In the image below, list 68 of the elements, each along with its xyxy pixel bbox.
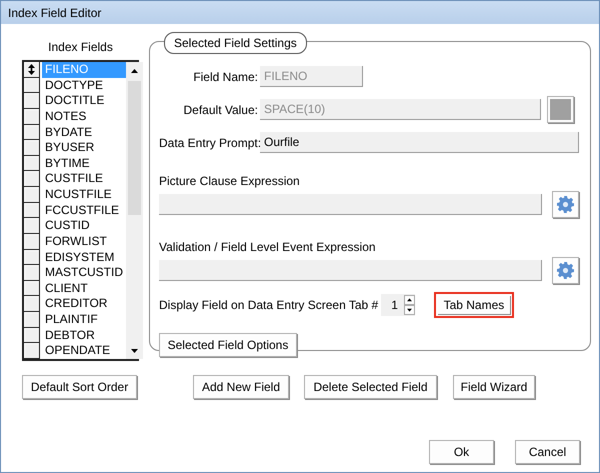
color-swatch-icon xyxy=(550,99,571,120)
list-item[interactable]: CUSTFILE xyxy=(42,171,106,187)
input-field[interactable]: Ourfile xyxy=(260,132,579,153)
expression-builder-button[interactable] xyxy=(552,191,579,218)
action-button[interactable]: Delete Selected Field xyxy=(304,375,437,399)
drag-handle[interactable] xyxy=(24,296,40,312)
list-item[interactable]: CREDITOR xyxy=(42,296,110,312)
resize-arrows-icon xyxy=(28,64,35,75)
list-item[interactable]: CLIENT xyxy=(42,280,91,296)
drag-handle[interactable] xyxy=(24,312,40,328)
drag-handle[interactable] xyxy=(24,93,40,109)
field-label: Default Value: xyxy=(182,102,259,118)
list-item[interactable]: EDISYSTEM xyxy=(42,250,118,266)
expression-label: Picture Clause Expression xyxy=(159,173,301,190)
drag-handle[interactable] xyxy=(24,156,40,172)
list-item[interactable]: DEBTOR xyxy=(42,328,98,344)
expression-field[interactable] xyxy=(159,194,542,215)
list-item[interactable]: NOTES xyxy=(42,108,90,124)
drag-handle[interactable] xyxy=(24,265,40,281)
list-item[interactable]: NCUSTFILE xyxy=(42,187,115,203)
list-item[interactable]: OPENDATE xyxy=(42,343,114,359)
list-item[interactable]: CUSTID xyxy=(42,218,93,234)
gear-icon xyxy=(557,262,574,279)
drag-handle[interactable] xyxy=(24,280,40,296)
expression-label: Validation / Field Level Event Expression xyxy=(159,239,377,256)
expression-builder-button[interactable] xyxy=(552,257,579,284)
tab-names-button[interactable]: Tab Names xyxy=(434,292,514,318)
drag-handle[interactable] xyxy=(24,202,40,218)
drag-handle[interactable] xyxy=(24,171,40,187)
drag-handle[interactable] xyxy=(24,62,40,78)
expression-field[interactable] xyxy=(159,260,542,281)
list-item[interactable]: BYTIME xyxy=(42,156,93,172)
list-heading: Index Fields xyxy=(48,39,113,56)
list-item[interactable]: BYDATE xyxy=(42,124,96,140)
dialog-button[interactable]: Cancel xyxy=(515,440,580,464)
spinner-label: Display Field on Data Entry Screen Tab # xyxy=(159,297,378,314)
drag-handle[interactable] xyxy=(24,218,40,234)
list-item[interactable]: DOCTYPE xyxy=(42,78,106,94)
list-item[interactable]: DOCTITLE xyxy=(42,93,108,109)
window-title: Index Field Editor xyxy=(8,4,102,22)
color-button[interactable] xyxy=(547,96,574,123)
drag-handle[interactable] xyxy=(24,108,40,124)
drag-handle[interactable] xyxy=(24,78,40,94)
gear-icon xyxy=(557,196,574,213)
list-item[interactable]: PLAINTIF xyxy=(42,312,101,328)
list-item[interactable]: BYUSER xyxy=(42,140,98,156)
drag-handle[interactable] xyxy=(24,328,40,344)
tab-number-spinner[interactable]: 1 xyxy=(381,294,415,316)
list-item[interactable]: FCCUSTFILE xyxy=(42,202,122,218)
dialog-button[interactable]: Ok xyxy=(429,440,494,464)
drag-handle[interactable] xyxy=(24,124,40,140)
drag-handle[interactable] xyxy=(24,187,40,203)
drag-handle[interactable] xyxy=(24,140,40,156)
action-button[interactable]: Add New Field xyxy=(193,375,289,399)
scrollbar[interactable] xyxy=(126,62,143,359)
action-button[interactable]: Field Wizard xyxy=(453,375,535,399)
group-title: Selected Field Settings xyxy=(164,32,307,54)
field-label: Data Entry Prompt: xyxy=(159,134,260,152)
list-item[interactable]: MASTCUSTID xyxy=(42,265,126,281)
field-options-button[interactable]: Selected Field Options xyxy=(159,333,297,357)
field-label: Field Name: xyxy=(192,68,259,86)
default-sort-button[interactable]: Default Sort Order xyxy=(22,375,137,399)
drag-handle[interactable] xyxy=(24,250,40,266)
drag-handle[interactable] xyxy=(24,343,40,359)
scroll-down-icon[interactable] xyxy=(131,348,138,352)
list-item[interactable]: FORWLIST xyxy=(42,234,110,250)
scroll-up-icon[interactable] xyxy=(131,68,138,72)
drag-handle[interactable] xyxy=(24,234,40,250)
